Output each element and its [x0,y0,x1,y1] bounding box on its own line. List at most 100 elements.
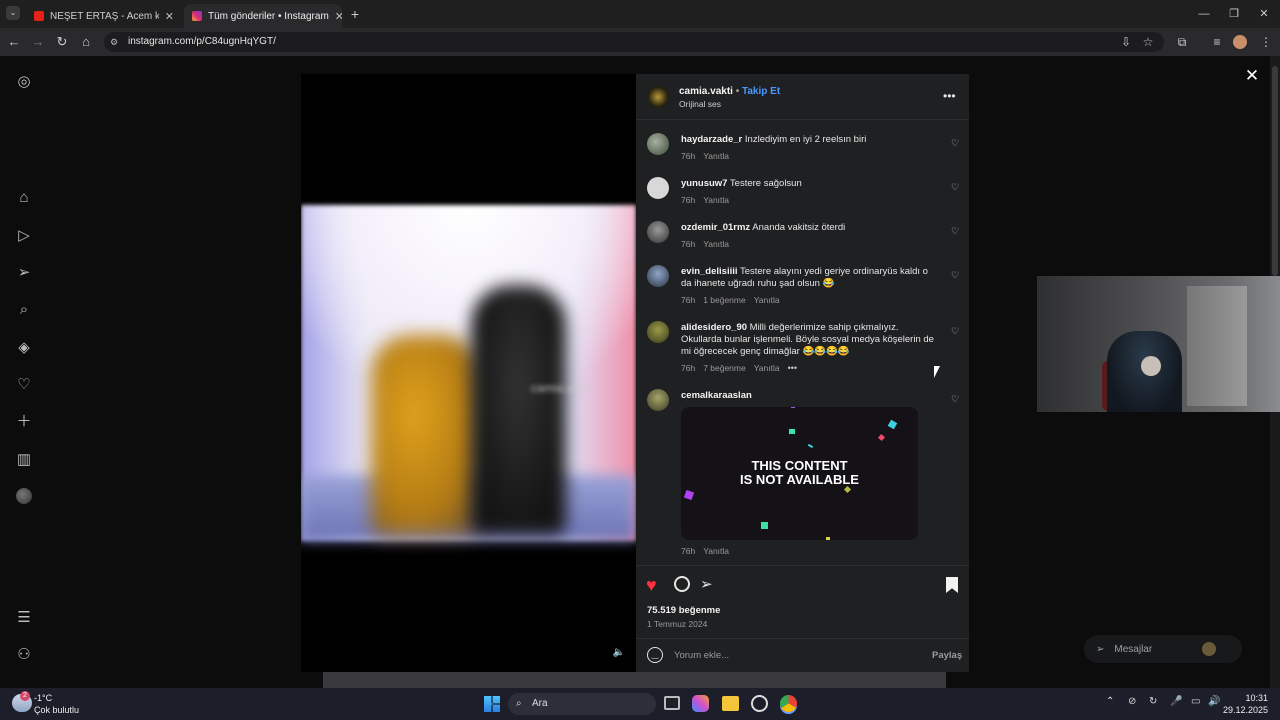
like-icon[interactable]: ♥ [646,575,657,596]
comment-user[interactable]: yunusuw7 [681,178,727,189]
scrollbar-thumb[interactable] [1272,66,1278,276]
more-icon[interactable]: ••• [943,89,956,103]
like-comment-icon[interactable]: ♡ [951,326,959,337]
reply-button[interactable]: Yanıtla [703,239,729,249]
comment-avatar[interactable] [647,265,669,287]
mouse-cursor [934,366,940,378]
webcam-overlay [1037,276,1280,412]
forward-icon[interactable]: → [30,34,46,50]
reel-video[interactable]: camia.vakti [301,74,636,672]
threads-icon[interactable]: ⚇ [14,645,34,665]
microphone-icon[interactable]: 🎤 [1170,696,1182,707]
comment-avatar[interactable] [647,389,669,411]
tab-youtube[interactable]: NEŞET ERTAŞ - Acem kızı. Çırpın ✕ [26,4,182,28]
close-tab-icon[interactable]: ✕ [335,10,342,23]
tab-instagram[interactable]: Tüm gönderiler • Instagram ✕ [184,4,342,28]
xbox-app-icon[interactable] [751,695,768,712]
url-field[interactable]: ⚙ instagram.com/p/C84ugnHqYGT/ [104,32,1164,52]
copilot-icon[interactable] [692,695,709,712]
comment-user[interactable]: haydarzade_r [681,134,742,145]
install-app-icon[interactable]: ⇩ [1118,34,1134,50]
search-icon[interactable]: ⌕ [14,300,34,320]
task-view-icon[interactable] [664,696,680,710]
post-date: 1 Temmuz 2024 [647,619,708,629]
comment-icon[interactable] [674,576,690,592]
post-username[interactable]: camia.vakti [679,86,733,97]
minimize-icon[interactable]: — [1196,6,1212,22]
create-icon[interactable]: ＋ [14,412,34,432]
tab-list-button[interactable]: ⌄ [6,6,20,20]
like-comment-icon[interactable]: ♡ [951,138,959,149]
comment-user[interactable]: cemalkaraaslan [681,390,752,401]
reload-icon[interactable]: ↻ [54,34,70,50]
mute-icon[interactable]: 🔈 [612,647,626,661]
like-comment-icon[interactable]: ♡ [951,394,959,405]
comment-input[interactable]: Yorum ekle... [674,650,914,661]
like-comment-icon[interactable]: ♡ [951,182,959,193]
comment-avatar[interactable] [647,321,669,343]
tray-icon-1[interactable]: ⊘ [1128,696,1136,707]
reels-icon[interactable]: ▷ [14,226,34,246]
comment-meta: 76h Yanıtla [681,195,730,205]
back-icon[interactable]: ← [6,34,22,50]
home-icon[interactable]: ⌂ [14,188,34,208]
audio-label[interactable]: Orijinal ses [679,99,721,109]
comment-user[interactable]: evin_delisiiii [681,266,738,277]
media-control-icon[interactable]: ≡ [1209,34,1225,50]
restore-icon[interactable]: ❐ [1226,6,1242,22]
close-window-icon[interactable]: ✕ [1256,6,1272,22]
comment-likes[interactable]: 7 beğenme [703,363,746,373]
explore-icon[interactable]: ◈ [14,338,34,358]
insights-icon[interactable]: ▥ [14,450,34,470]
comment-likes[interactable]: 1 beğenme [703,295,746,305]
post-comment-button[interactable]: Paylaş [932,650,962,661]
start-icon[interactable] [484,696,500,712]
close-tab-icon[interactable]: ✕ [165,10,174,23]
weather-desc[interactable]: Çok bulutlu [34,705,79,715]
reply-button[interactable]: Yanıtla [754,295,780,305]
reply-button[interactable]: Yanıtla [703,195,729,205]
comment-more-icon[interactable]: ••• [788,363,797,373]
share-icon[interactable]: ➢ [700,575,713,593]
site-info-icon[interactable]: ⚙ [110,32,118,52]
home-browser-icon[interactable]: ⌂ [78,34,94,50]
bookmark-star-icon[interactable]: ☆ [1140,34,1156,50]
heart-icon[interactable]: ♡ [14,375,34,395]
like-comment-icon[interactable]: ♡ [951,226,959,237]
network-icon[interactable]: ▭ [1191,696,1200,707]
close-icon[interactable]: ✕ [1242,66,1262,86]
profile-icon[interactable] [1233,35,1247,49]
comment-user[interactable]: ozdemir_01rmz [681,222,750,233]
tray-overflow-icon[interactable]: ⌃ [1106,696,1114,707]
profile-avatar[interactable] [14,488,34,508]
post-avatar[interactable] [647,86,669,108]
reply-button[interactable]: Yanıtla [703,151,729,161]
weather-temp[interactable]: -1°C [34,693,52,703]
new-tab-button[interactable]: + [348,6,362,22]
emoji-icon[interactable]: ‿ [647,647,663,663]
volume-icon[interactable]: 🔊 [1208,696,1220,707]
video-frame: camia.vakti [301,205,636,541]
confetti [761,522,768,529]
extensions-icon[interactable]: ⧉ [1174,34,1190,50]
instagram-icon[interactable]: ◎ [14,72,34,92]
file-explorer-icon[interactable] [722,696,739,711]
menu-icon[interactable]: ☰ [14,608,34,628]
likes-count[interactable]: 75.519 beğenme [647,605,720,616]
chrome-icon[interactable] [780,695,797,712]
reply-button[interactable]: Yanıtla [703,546,729,556]
comment-avatar[interactable] [647,177,669,199]
comment-avatar[interactable] [647,221,669,243]
comment-avatar[interactable] [647,133,669,155]
clock-date[interactable]: 29.12.2025 [1222,705,1268,715]
send-icon[interactable]: ➢ [14,263,34,283]
clock-time[interactable]: 10:31 [1232,693,1268,703]
messages-button[interactable]: ➢ Mesajlar [1084,635,1242,663]
follow-button[interactable]: Takip Et [742,86,780,97]
reply-button[interactable]: Yanıtla [754,363,780,373]
tray-icon-2[interactable]: ↻ [1149,696,1157,707]
comment-user[interactable]: alidesidero_90 [681,322,747,333]
taskbar-search[interactable]: ⌕ Ara [508,693,656,715]
browser-menu-icon[interactable]: ⋮ [1258,34,1274,50]
like-comment-icon[interactable]: ♡ [951,270,959,281]
